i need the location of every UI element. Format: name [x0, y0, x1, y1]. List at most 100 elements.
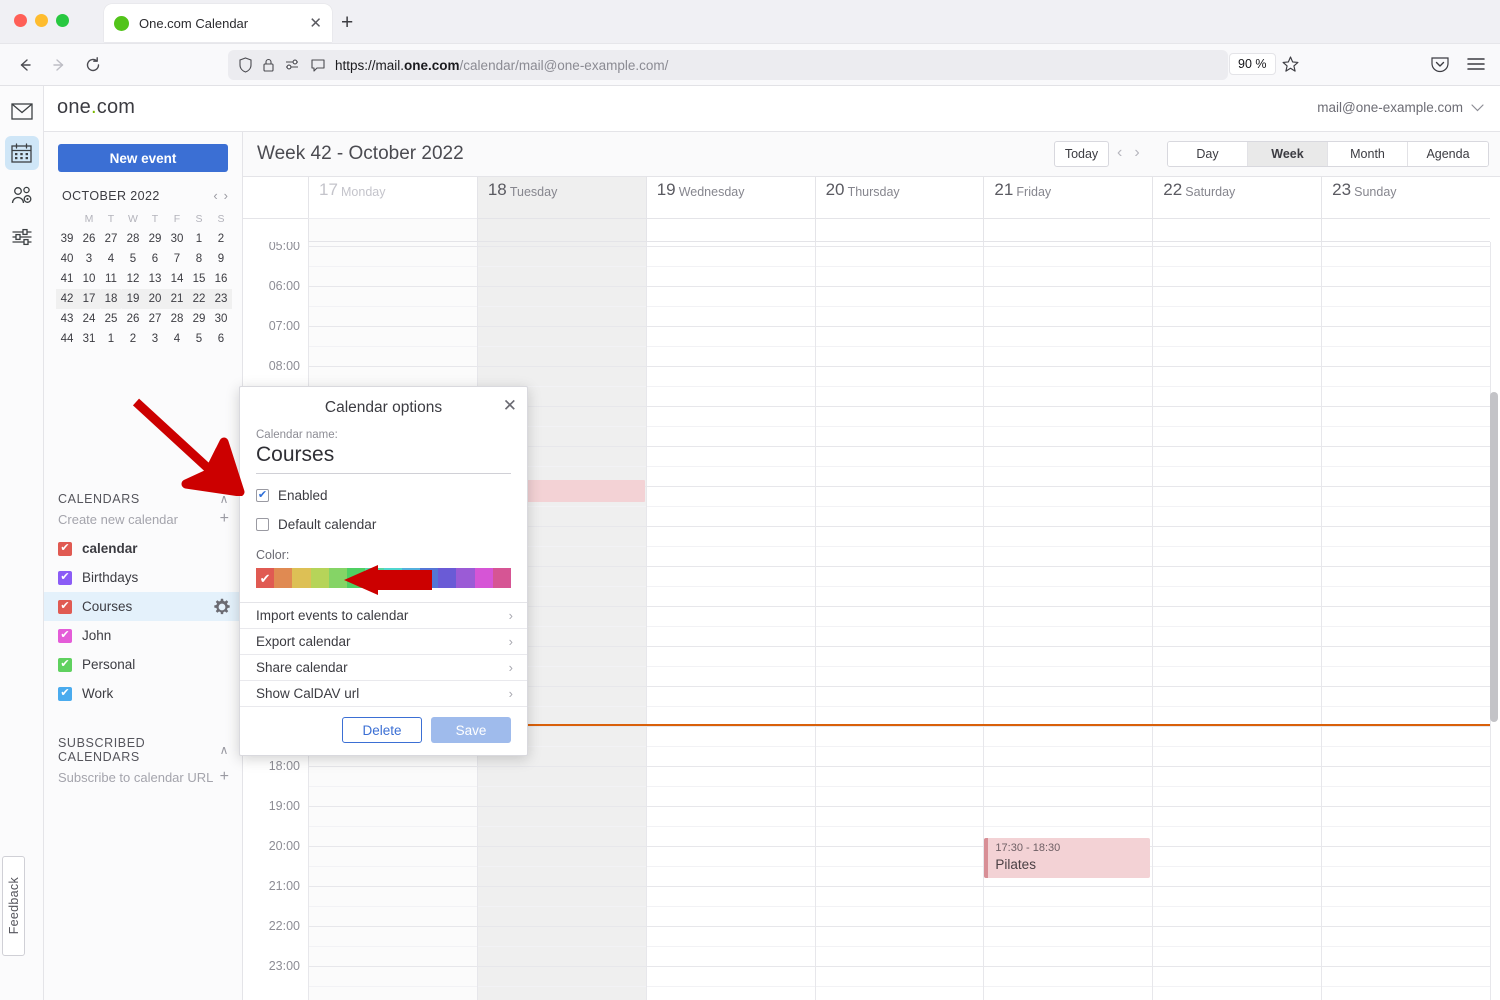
collapse-subscribed-icon[interactable]: ∧: [220, 743, 229, 757]
mini-day[interactable]: 30: [166, 229, 188, 249]
mini-day[interactable]: 4: [166, 329, 188, 349]
color-swatch-1[interactable]: [274, 568, 293, 588]
dialog-menu-item-share-calendar[interactable]: Share calendar ›: [240, 655, 527, 681]
mini-day[interactable]: 11: [100, 269, 122, 289]
prev-week-icon[interactable]: ‹: [1117, 144, 1122, 162]
calendar-checkbox[interactable]: ✔: [58, 628, 72, 643]
hour-row[interactable]: 22:00: [243, 919, 1490, 966]
all-day-cell[interactable]: [1321, 219, 1490, 242]
view-tab-week[interactable]: Week: [1248, 142, 1328, 166]
collapse-calendars-icon[interactable]: ∧: [220, 492, 229, 506]
color-swatch-9[interactable]: [419, 568, 439, 588]
mini-day[interactable]: 29: [144, 229, 166, 249]
mini-day[interactable]: 7: [166, 249, 188, 269]
browser-tab[interactable]: One.com Calendar ✕: [104, 4, 332, 42]
account-menu[interactable]: mail@one-example.com: [1317, 100, 1484, 115]
mini-day[interactable]: 1: [188, 229, 210, 249]
add-subscription-icon[interactable]: +: [220, 768, 229, 786]
mini-day[interactable]: 27: [100, 229, 122, 249]
hour-row[interactable]: 07:00: [243, 319, 1490, 366]
subscribe-url-row[interactable]: Subscribe to calendar URL +: [44, 764, 243, 790]
calendar-checkbox[interactable]: ✔: [58, 657, 72, 672]
add-calendar-icon[interactable]: +: [220, 510, 229, 528]
mini-day[interactable]: 15: [188, 269, 210, 289]
mini-day[interactable]: 2: [122, 329, 144, 349]
enabled-checkbox[interactable]: ✔: [256, 489, 269, 502]
hour-row[interactable]: 20:00: [243, 839, 1490, 886]
pocket-icon[interactable]: [1430, 55, 1450, 79]
mini-day[interactable]: 1: [100, 329, 122, 349]
calendar-list-item-courses[interactable]: ✔ Courses: [44, 592, 243, 621]
hour-row[interactable]: 05:00: [243, 242, 1490, 286]
mini-day[interactable]: 19: [122, 289, 144, 309]
calendar-checkbox[interactable]: ✔: [58, 686, 72, 701]
mini-day[interactable]: 22: [188, 289, 210, 309]
all-day-cell[interactable]: [983, 219, 1153, 242]
rail-item-settings[interactable]: [5, 220, 39, 254]
default-calendar-checkbox[interactable]: [256, 518, 269, 531]
hour-row[interactable]: 21:00: [243, 879, 1490, 926]
mini-prev-month-icon[interactable]: ‹: [213, 188, 217, 203]
hour-row[interactable]: 23:00: [243, 959, 1490, 1000]
mini-day[interactable]: 3: [78, 249, 100, 269]
color-swatch-3[interactable]: [310, 568, 329, 588]
close-window-button[interactable]: [14, 14, 27, 27]
mini-day[interactable]: 28: [122, 229, 144, 249]
close-tab-icon[interactable]: ✕: [309, 16, 322, 31]
all-day-cell[interactable]: [308, 219, 477, 242]
day-header-saturday[interactable]: 22 Saturday: [1152, 177, 1322, 219]
color-swatch-7[interactable]: [383, 568, 402, 588]
color-swatch-12[interactable]: [474, 568, 493, 588]
mini-day[interactable]: 29: [188, 309, 210, 329]
bookmark-star-icon[interactable]: [1281, 55, 1300, 79]
enabled-checkbox-row[interactable]: ✔ Enabled: [256, 488, 511, 503]
mini-day[interactable]: 21: [166, 289, 188, 309]
default-calendar-checkbox-row[interactable]: Default calendar: [256, 517, 511, 532]
color-swatch-11[interactable]: [456, 568, 475, 588]
mini-day[interactable]: 24: [78, 309, 100, 329]
calendar-checkbox[interactable]: ✔: [58, 570, 72, 585]
all-day-cell[interactable]: [1152, 219, 1322, 242]
all-day-cell[interactable]: [814, 219, 984, 242]
delete-button[interactable]: Delete: [342, 717, 422, 743]
create-new-calendar-row[interactable]: Create new calendar +: [44, 506, 243, 532]
color-swatch-2[interactable]: [292, 568, 311, 588]
forward-icon[interactable]: [42, 50, 76, 80]
back-icon[interactable]: [8, 50, 42, 80]
day-header-tuesday[interactable]: 18 Tuesday: [476, 177, 646, 219]
calendar-checkbox[interactable]: ✔: [58, 541, 72, 556]
mini-day[interactable]: 8: [188, 249, 210, 269]
mini-day[interactable]: 14: [166, 269, 188, 289]
calendar-list-item-personal[interactable]: ✔ Personal: [44, 650, 243, 679]
gear-icon[interactable]: [213, 598, 231, 621]
mini-day[interactable]: 13: [144, 269, 166, 289]
address-bar[interactable]: https://mail.one.com/calendar/mail@one-e…: [228, 50, 1228, 80]
next-week-icon[interactable]: ›: [1134, 144, 1139, 162]
mini-day[interactable]: 25: [100, 309, 122, 329]
hour-row[interactable]: 19:00: [243, 799, 1490, 846]
mini-day[interactable]: 23: [210, 289, 232, 309]
mini-day[interactable]: 16: [210, 269, 232, 289]
all-day-cell[interactable]: [645, 219, 815, 242]
calendar-list-item-calendar[interactable]: ✔ calendar: [44, 534, 243, 563]
rail-item-contacts[interactable]: [5, 178, 39, 212]
calendar-name-input[interactable]: [256, 441, 511, 474]
calendar-event[interactable]: 17:30 - 18:30 Pilates: [984, 838, 1151, 878]
new-event-button[interactable]: New event: [58, 144, 228, 172]
calendar-list-item-birthdays[interactable]: ✔ Birthdays: [44, 563, 243, 592]
mini-day[interactable]: 9: [210, 249, 232, 269]
mini-day[interactable]: 20: [144, 289, 166, 309]
mini-next-month-icon[interactable]: ›: [224, 188, 228, 203]
minimize-window-button[interactable]: [35, 14, 48, 27]
color-swatch-13[interactable]: [492, 568, 512, 588]
view-tab-day[interactable]: Day: [1168, 142, 1248, 166]
color-swatch-4[interactable]: [328, 568, 348, 588]
all-day-cell[interactable]: [476, 219, 646, 242]
save-button[interactable]: Save: [431, 717, 511, 743]
mini-day[interactable]: 26: [122, 309, 144, 329]
calendar-checkbox[interactable]: ✔: [58, 599, 72, 614]
mini-day[interactable]: 12: [122, 269, 144, 289]
color-swatch-8[interactable]: [401, 568, 420, 588]
dialog-menu-item-show-caldav-url[interactable]: Show CalDAV url ›: [240, 681, 527, 707]
mini-day[interactable]: 27: [144, 309, 166, 329]
